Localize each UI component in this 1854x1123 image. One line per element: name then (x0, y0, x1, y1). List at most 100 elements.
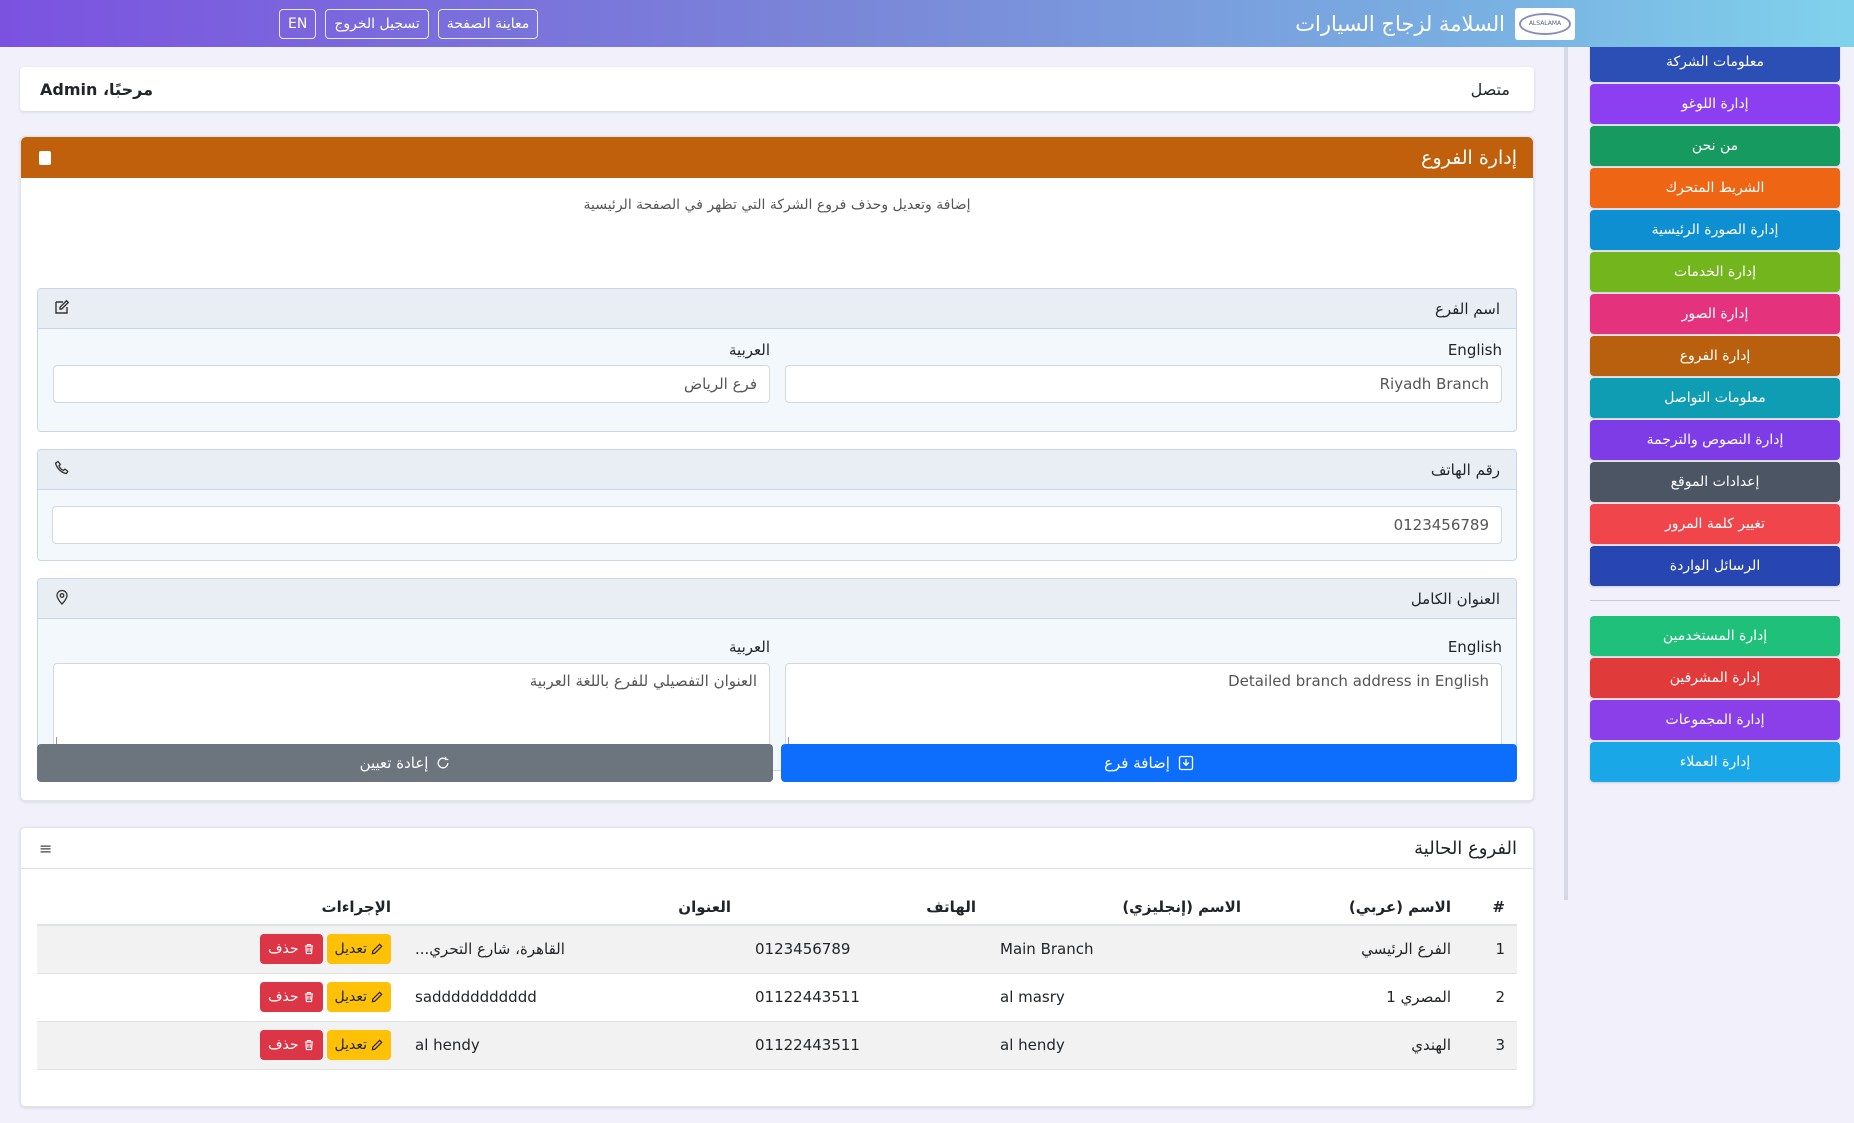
sidebar-item[interactable]: تغيير كلمة المرور (1590, 504, 1840, 544)
branch-form-title: إدارة الفروع (1421, 146, 1517, 169)
brand[interactable]: ALSALAMA السلامة لزجاج السيارات (1295, 7, 1575, 40)
name-english-input[interactable]: Riyadh Branch (785, 365, 1502, 403)
sidebar-item[interactable]: إدارة الصور (1590, 294, 1840, 334)
sidebar-divider (1590, 600, 1840, 601)
pencil-icon (371, 943, 383, 955)
trash-icon (304, 944, 313, 955)
address-arabic-label: العربية (729, 638, 770, 656)
cell-num: 2 (1463, 973, 1517, 1022)
trash-icon (304, 991, 313, 1003)
table-row: 1 الفرع الرئيسي Main Branch 0123456789 القاه… (37, 925, 1517, 974)
reset-button[interactable]: إعادة تعيين (37, 744, 773, 782)
save-download-icon (1178, 755, 1194, 771)
cell-name-ar: الهندي (1253, 1021, 1463, 1070)
branch-name-header: اسم الفرع (38, 289, 1516, 329)
brand-logo: ALSALAMA (1515, 7, 1575, 40)
table-row: 3 الهندي al hendy 01122443511 al hendy تعديل ح… (37, 1021, 1517, 1070)
sidebar-item[interactable]: إدارة العملاء (1590, 742, 1840, 782)
header-actions: الإجراءات (37, 890, 403, 926)
table-header-row: # الاسم (عربي) الاسم (إنجليزي) الهاتف ال… (37, 890, 1517, 926)
cell-address: القاهرة، شارع التحري... (403, 925, 743, 974)
cell-name-en: al hendy (988, 1021, 1253, 1070)
cell-name-en: al masry (988, 973, 1253, 1022)
delete-button[interactable]: حذف (259, 934, 323, 965)
edit-button[interactable]: تعديل (326, 982, 391, 1012)
sidebar-item[interactable]: إدارة المستخدمين (1590, 616, 1840, 656)
sidebar-item[interactable]: إدارة المشرفين (1590, 658, 1840, 698)
collapse-icon[interactable] (39, 150, 51, 165)
phone-label: رقم الهاتف (1430, 460, 1500, 479)
language-button[interactable]: EN (279, 9, 317, 39)
header-name-en: الاسم (إنجليزي) (988, 890, 1253, 926)
add-branch-label: إضافة فرع (1104, 754, 1170, 772)
name-english-label: English (1447, 341, 1502, 359)
branch-name-label: اسم الفرع (1434, 299, 1500, 318)
branch-form-header: إدارة الفروع (21, 137, 1533, 178)
brand-title: السلامة لزجاج السيارات (1295, 11, 1505, 36)
edit-label: تعديل (334, 1037, 368, 1053)
top-actions: EN تسجيل الخروج معاينة الصفحة (279, 9, 539, 39)
header-num: # (1463, 890, 1517, 926)
sidebar-item[interactable]: إدارة المجموعات (1590, 700, 1840, 740)
connection-status: متصل (1470, 79, 1510, 99)
sidebar-item[interactable]: إدارة الخدمات (1590, 252, 1840, 292)
address-label: العنوان الكامل (1410, 589, 1500, 608)
main-content: متصل مرحبًا، Admin إدارة الفروع إضافة وت… (0, 47, 1564, 1123)
cell-address: saddddddddddd (403, 973, 743, 1022)
delete-button[interactable]: حذف (259, 1030, 323, 1060)
add-branch-button[interactable]: إضافة فرع (781, 744, 1517, 782)
phone-input[interactable]: 0123456789 (52, 506, 1502, 544)
header-address: العنوان (403, 890, 743, 926)
branch-list-header: الفروع الحالية ≡ (21, 828, 1533, 869)
header-phone: الهاتف (743, 890, 988, 926)
sidebar-item[interactable]: من نحن (1590, 126, 1840, 166)
cell-name-ar: المصري 1 (1253, 973, 1463, 1022)
sidebar-item[interactable]: إدارة الفروع (1590, 336, 1840, 376)
sidebar: معلومات الشركة إدارة اللوغو من نحن الشريط ا… (1564, 47, 1854, 900)
pencil-icon (371, 1039, 383, 1051)
sidebar-item[interactable]: إدارة الصورة الرئيسية (1590, 210, 1840, 250)
edit-icon (54, 299, 70, 319)
address-english-value: Detailed branch address in English (1228, 672, 1489, 690)
top-bar: ALSALAMA السلامة لزجاج السيارات EN تسجيل… (0, 0, 1854, 47)
cell-actions: تعديل حذف (37, 1021, 403, 1070)
delete-button[interactable]: حذف (259, 982, 323, 1012)
sidebar-item[interactable]: إدارة النصوص والترجمة (1590, 420, 1840, 460)
cell-name-ar: الفرع الرئيسي (1253, 925, 1463, 974)
table-row: 2 المصري 1 al masry 01122443511 sadddddddddd… (37, 973, 1517, 1022)
row-actions: تعديل حذف (49, 1030, 391, 1060)
cell-name-en: Main Branch (988, 925, 1253, 974)
edit-button[interactable]: تعديل (326, 1030, 391, 1060)
branches-table: # الاسم (عربي) الاسم (إنجليزي) الهاتف ال… (37, 890, 1517, 1070)
cell-num: 3 (1463, 1021, 1517, 1070)
cell-phone: 01122443511 (743, 1021, 988, 1070)
cell-phone: 01122443511 (743, 973, 988, 1022)
branch-form-description: إضافة وتعديل وحذف فروع الشركة التي تظهر … (583, 197, 971, 213)
sidebar-item[interactable]: معلومات التواصل (1590, 378, 1840, 418)
name-arabic-label: العربية (729, 341, 770, 359)
edit-label: تعديل (334, 941, 368, 958)
address-arabic-textarea[interactable]: العنوان التفصيلي للفرع باللغة العربية (53, 663, 770, 749)
sidebar-item[interactable]: الرسائل الواردة (1590, 546, 1840, 586)
cell-address: al hendy (403, 1021, 743, 1070)
logout-button[interactable]: تسجيل الخروج (325, 9, 429, 39)
reset-label: إعادة تعيين (359, 754, 429, 772)
phone-icon (54, 460, 70, 480)
edit-button[interactable]: تعديل (326, 934, 391, 965)
cell-actions: تعديل حذف (37, 973, 403, 1022)
welcome-bar: متصل مرحبًا، Admin (20, 67, 1534, 111)
phone-header: رقم الهاتف (38, 450, 1516, 490)
sidebar-item[interactable]: معلومات الشركة (1590, 47, 1840, 82)
sidebar-item[interactable]: إعدادات الموقع (1590, 462, 1840, 502)
cell-actions: تعديل حذف (37, 925, 403, 974)
name-arabic-input[interactable]: فرع الرياض (53, 365, 770, 403)
sidebar-item[interactable]: الشريط المتحرك (1590, 168, 1840, 208)
preview-page-button[interactable]: معاينة الصفحة (437, 9, 539, 39)
address-english-label: English (1447, 638, 1502, 656)
sidebar-item[interactable]: إدارة اللوغو (1590, 84, 1840, 124)
header-name-ar: الاسم (عربي) (1253, 890, 1463, 926)
branch-form-card: إدارة الفروع إضافة وتعديل وحذف فروع الشر… (20, 136, 1534, 801)
cell-phone: 0123456789 (743, 925, 988, 974)
brand-logo-text: ALSALAMA (1519, 12, 1571, 35)
address-english-textarea[interactable]: Detailed branch address in English (785, 663, 1502, 749)
